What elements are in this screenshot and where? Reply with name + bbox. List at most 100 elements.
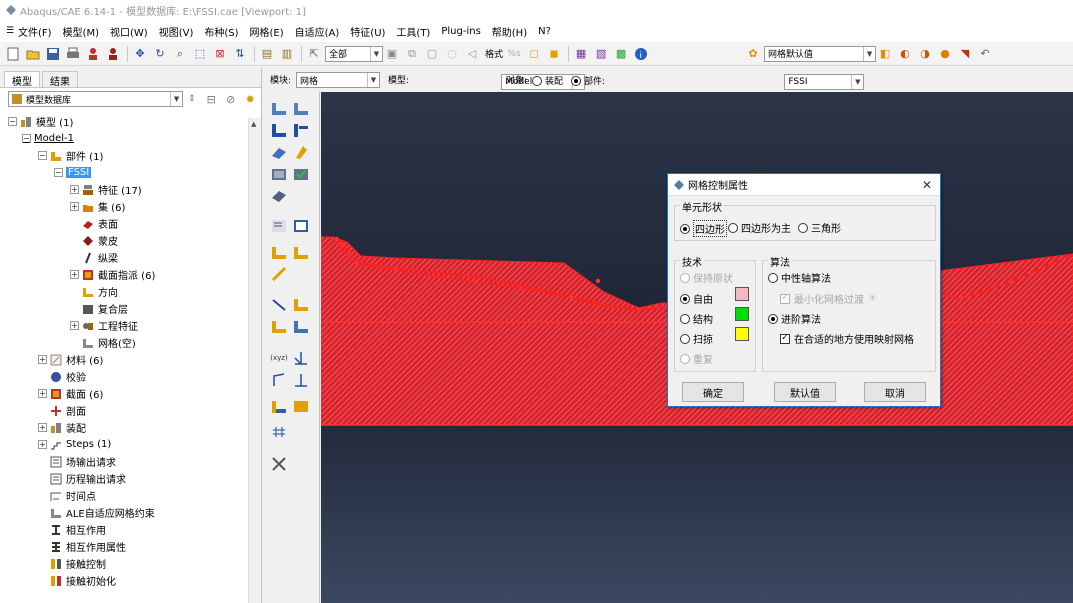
hidden-line-icon[interactable]: ▧	[592, 45, 610, 63]
tree-node-skins[interactable]: 蒙皮	[82, 232, 118, 249]
menu-view[interactable]: 视图(V)	[159, 24, 194, 39]
tree-node-field-output[interactable]: 场输出请求	[50, 453, 116, 470]
print-icon[interactable]	[64, 45, 82, 63]
tree-node-stringers[interactable]: 纵梁	[82, 249, 118, 266]
create-datum-plane-icon[interactable]	[291, 294, 311, 314]
expand-icon[interactable]: +	[38, 355, 47, 364]
info-icon[interactable]: i	[632, 45, 650, 63]
expand-icon[interactable]: +	[70, 270, 79, 279]
tech-structured-radio[interactable]: 结构	[680, 311, 713, 326]
tab-results[interactable]: 结果	[42, 71, 78, 88]
part-select[interactable]: FSSI ▼	[784, 73, 865, 90]
tree-node-steps[interactable]: + Steps (1)	[38, 436, 111, 453]
algo-advancing-front-radio[interactable]: 进阶算法	[768, 311, 821, 326]
partition-cell-icon[interactable]	[269, 216, 289, 236]
delete-edge-seeds-icon[interactable]	[291, 120, 311, 140]
tree-filter-icon[interactable]: ⊘	[222, 90, 239, 108]
datum-csys-axis-icon[interactable]	[291, 348, 311, 368]
menu-tools[interactable]: 工具(T)	[396, 24, 430, 39]
collapse-icon[interactable]: −	[8, 117, 17, 126]
menu-plugins[interactable]: Plug-ins	[441, 26, 480, 37]
zoom-icon[interactable]: ⌕	[171, 45, 189, 63]
tech-free-radio[interactable]: 自由	[680, 291, 713, 306]
algo-medial-axis-radio[interactable]: 中性轴算法	[768, 270, 831, 285]
part-display-icon[interactable]: ◻	[525, 45, 543, 63]
tree-node-profiles[interactable]: 剖面	[50, 402, 86, 419]
close-icon[interactable]: ✕	[922, 178, 932, 192]
shape-quad-radio[interactable]: 四边形	[680, 220, 727, 237]
tree-node-ale-constraints[interactable]: ALE自适应网格约束	[50, 504, 155, 521]
seed-part-icon[interactable]	[269, 98, 289, 118]
menu-help[interactable]: 帮助(H)	[492, 24, 527, 39]
cycle-views-icon[interactable]: ⇅	[231, 45, 249, 63]
expand-icon[interactable]: +	[70, 321, 79, 330]
verify-mesh-icon[interactable]	[269, 186, 289, 206]
create-datum-icon[interactable]	[269, 294, 289, 314]
expand-icon[interactable]: +	[38, 389, 47, 398]
tree-highlight-icon[interactable]: ✹	[242, 90, 259, 108]
tree-node-time-points[interactable]: 时间点	[50, 487, 96, 504]
mesh-defaults-select[interactable]: 网格默认值 ▼	[764, 45, 877, 62]
new-file-icon[interactable]	[4, 45, 22, 63]
open-folder-icon[interactable]	[24, 45, 42, 63]
datum-csys-rect-icon[interactable]	[269, 370, 289, 390]
module-select[interactable]: 网格 ▼	[296, 72, 380, 88]
edit-mesh-icon[interactable]	[269, 242, 289, 262]
edit-mesh-alt-icon[interactable]	[291, 242, 311, 262]
shaded-icon[interactable]: ▩	[612, 45, 630, 63]
rotate-icon[interactable]: ↻	[151, 45, 169, 63]
cursor-tool-icon[interactable]: ◥	[956, 45, 974, 63]
tree-node-contact-initialization[interactable]: 接触初始化	[50, 572, 116, 589]
tree-node-interaction-properties[interactable]: 相互作用属性	[50, 538, 126, 555]
tech-bottom-up-radio[interactable]: 重复	[680, 351, 713, 366]
create-datum-axis-icon[interactable]	[269, 316, 289, 336]
defaults-button[interactable]: 默认值	[774, 382, 836, 402]
tech-as-is-radio[interactable]: 保持原状	[680, 270, 733, 285]
tree-node-orientations[interactable]: 方向	[82, 283, 118, 300]
mesh-defaults-icon[interactable]: ✿	[744, 45, 762, 63]
tech-sweep-radio[interactable]: 扫掠	[680, 331, 713, 346]
save-icon[interactable]	[44, 45, 62, 63]
menu-feature[interactable]: 特征(U)	[350, 24, 385, 39]
cancel-button[interactable]: 取消	[864, 382, 926, 402]
menu-mesh[interactable]: 网格(E)	[250, 24, 284, 39]
fit-view-icon[interactable]: ⊠	[211, 45, 229, 63]
tree-node-calibrations[interactable]: 校验	[50, 368, 86, 385]
minimize-transition-checkbox[interactable]: ✓ 最小化网格过渡 ☀	[780, 291, 877, 306]
scroll-up-icon[interactable]: ▲	[251, 120, 256, 128]
tree-node-engineering-features[interactable]: + 工程特征	[70, 317, 138, 334]
collapse-icon[interactable]: −	[38, 151, 47, 160]
selection-filter-select[interactable]: 全部 ▼	[325, 45, 383, 62]
box-zoom-icon[interactable]: ⬚	[191, 45, 209, 63]
mesh-state-icon[interactable]: ●	[936, 45, 954, 63]
tree-node-features[interactable]: + 特征 (17)	[70, 181, 142, 198]
select-from-viewport-icon[interactable]: ▣	[383, 45, 401, 63]
datum-csys-cyl-icon[interactable]	[291, 370, 311, 390]
object-assembly-radio[interactable]: 装配	[532, 74, 563, 87]
tree-node-mesh[interactable]: 网格(空)	[82, 334, 136, 351]
partition-face-icon[interactable]	[291, 216, 311, 236]
tab-model[interactable]: 模型	[4, 71, 40, 88]
mesh-part-icon[interactable]	[269, 142, 289, 162]
shape-tri-radio[interactable]: 三角形	[798, 220, 841, 235]
select-box-icon[interactable]: ▢	[423, 45, 441, 63]
tree-node-composite-layups[interactable]: 复合层	[82, 300, 128, 317]
menu-file[interactable]: 文件(F)	[18, 24, 52, 39]
dialog-title-bar[interactable]: 网格控制属性 ✕	[668, 174, 940, 196]
viewport-tile-icon[interactable]: ▥	[278, 45, 296, 63]
mesh-toggle-icon[interactable]: ◑	[916, 45, 934, 63]
virtual-topology-icon[interactable]	[269, 264, 289, 284]
select-polygon-icon[interactable]: ◁	[463, 45, 481, 63]
menu-model[interactable]: 模型(M)	[63, 24, 99, 39]
tree-node-model-1[interactable]: − Model-1	[22, 130, 74, 147]
expand-icon[interactable]: +	[70, 202, 79, 211]
mesh-color-icon[interactable]: ◧	[876, 45, 894, 63]
mapped-meshing-checkbox[interactable]: ✓ 在合适的地方使用映射网格	[780, 331, 914, 346]
viewport-layout-icon[interactable]: ▤	[258, 45, 276, 63]
menu-whats-this[interactable]: N?	[538, 26, 551, 37]
tools-icon[interactable]	[269, 454, 289, 474]
create-datum-point-icon[interactable]	[291, 316, 311, 336]
user-alt-icon[interactable]	[104, 45, 122, 63]
wireframe-icon[interactable]: ▦	[572, 45, 590, 63]
select-ring-icon[interactable]: ◌	[443, 45, 461, 63]
